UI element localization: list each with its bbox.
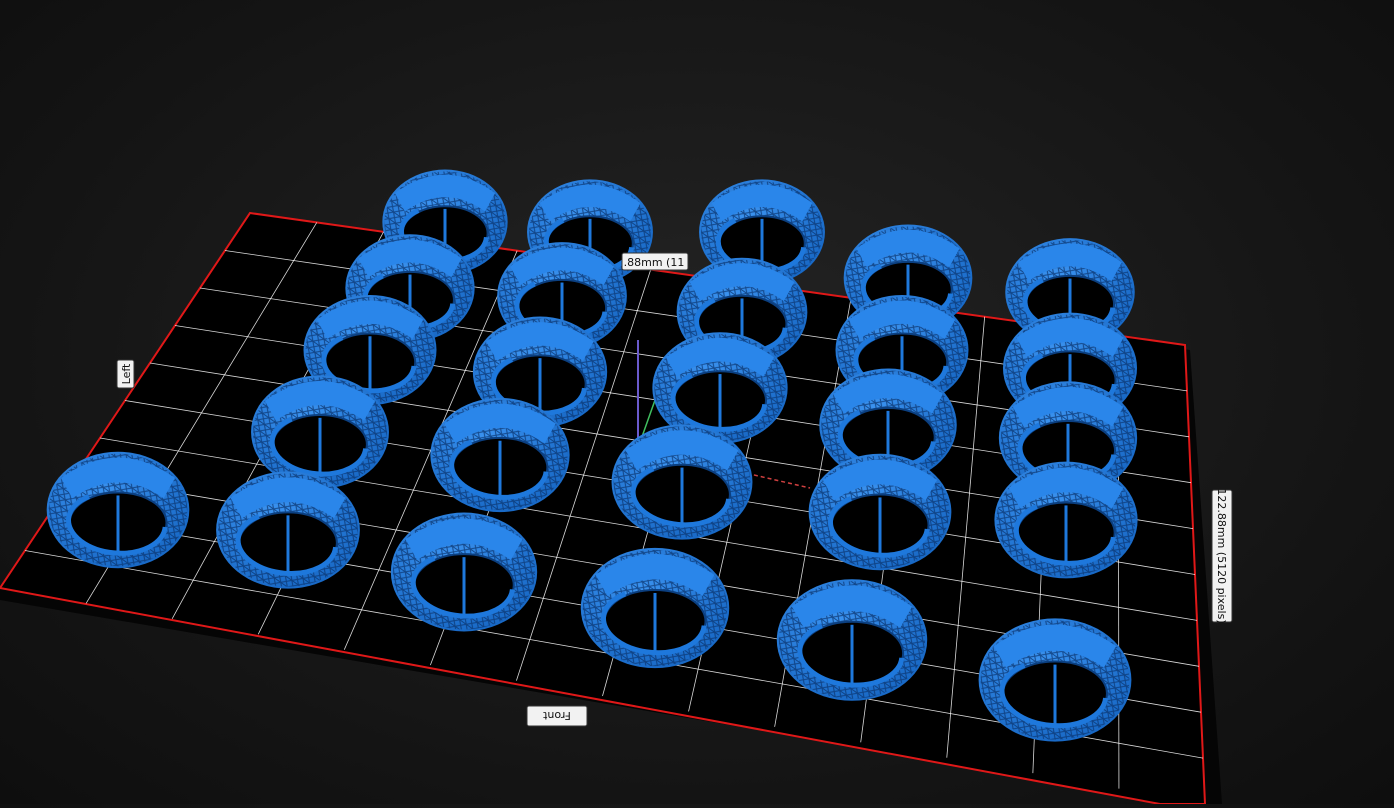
ring-model[interactable] [390,512,538,632]
right-dimension-label: 122.88mm (5120 pixels) [1211,488,1233,624]
front-label: Front [526,705,588,727]
3d-viewport[interactable]: Left Front 122.88mm (5120 pixels) .88mm … [0,0,1394,805]
back-dimension-text: .88mm (11 [624,256,685,269]
left-label-text: Left [120,363,133,384]
ring-model[interactable] [776,579,928,701]
back-dimension-label: .88mm (11 [621,252,689,271]
ring-model[interactable] [611,424,753,540]
ring-model[interactable] [808,453,952,571]
front-label-text: Front [542,709,571,722]
left-label: Left [116,359,135,389]
ring-model[interactable] [251,375,389,489]
right-dimension-text: 122.88mm (5120 pixels) [1215,488,1228,623]
ring-model[interactable] [46,451,190,569]
ring-model[interactable] [978,618,1132,742]
ring-model[interactable] [430,397,570,513]
ring-model[interactable] [216,471,360,589]
ring-model[interactable] [580,547,730,669]
ring-model[interactable] [994,461,1138,579]
